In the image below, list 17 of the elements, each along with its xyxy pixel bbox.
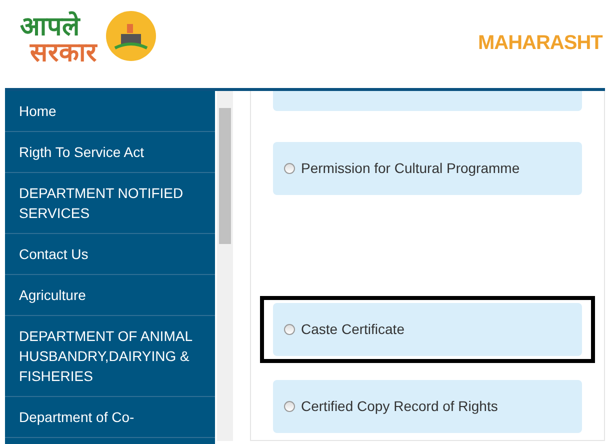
service-option[interactable]: Caste Certificate (273, 303, 582, 356)
sidebar-item[interactable]: Agriculture (5, 275, 215, 316)
site-title: MAHARASHT (478, 31, 602, 56)
service-option[interactable]: Certified Copy Record of Rights (273, 380, 582, 433)
radio-button[interactable] (284, 401, 295, 412)
sidebar-item[interactable]: Contact Us (5, 234, 215, 275)
sidebar-item[interactable]: DEPARTMENT NOTIFIED SERVICES (5, 173, 215, 234)
service-option[interactable]: Permission for Cultural Programme (273, 142, 582, 195)
sidebar-item[interactable]: Rigth To Service Act (5, 132, 215, 173)
sidebar-item[interactable]: Home (5, 91, 215, 132)
radio-button[interactable] (284, 324, 295, 335)
radio-button[interactable] (284, 163, 295, 174)
scrollbar[interactable] (217, 91, 233, 441)
sidebar-item[interactable]: Department of Co- (5, 397, 215, 438)
emblem-icon (105, 10, 157, 62)
logo-text: सरकार (30, 40, 97, 66)
sidebar-item[interactable]: DEPARTMENT OF ANIMAL HUSBANDRY,DAIRYING & FISHERIES (5, 316, 215, 397)
